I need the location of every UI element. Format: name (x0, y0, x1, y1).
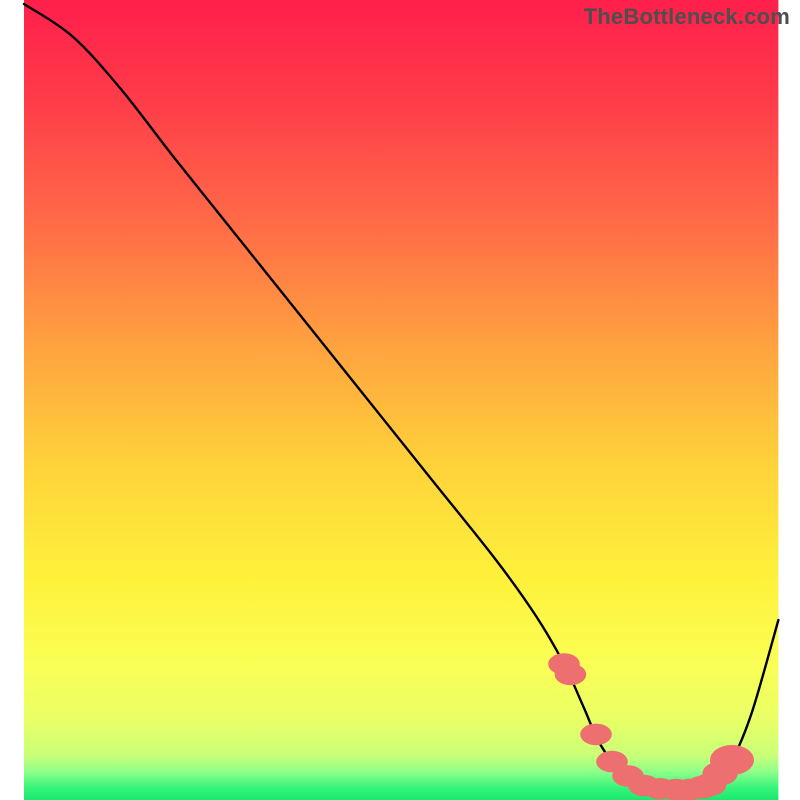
chart-stage: TheBottleneck.com (0, 0, 800, 800)
optimal-dot (580, 724, 612, 746)
gradient-fill-rect (24, 0, 778, 800)
bottleneck-chart (0, 0, 800, 800)
optimal-dot (555, 664, 587, 686)
optimal-dot (710, 745, 754, 775)
watermark-text: TheBottleneck.com (584, 4, 790, 30)
